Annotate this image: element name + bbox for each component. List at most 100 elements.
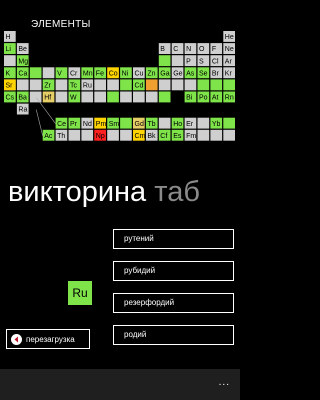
more-menu-button[interactable]: ... (219, 377, 230, 388)
element-cell[interactable] (29, 91, 42, 103)
element-cell[interactable]: As (184, 67, 197, 79)
element-cell[interactable] (184, 79, 197, 91)
element-cell[interactable]: Li (4, 43, 16, 54)
answer-option[interactable]: резерфордий (113, 293, 234, 313)
element-cell[interactable]: Ho (171, 117, 184, 129)
element-cell[interactable]: Tb (145, 117, 158, 129)
element-cell[interactable] (94, 91, 106, 103)
element-cell[interactable] (210, 79, 223, 91)
element-cell[interactable]: He (223, 31, 235, 42)
element-cell[interactable]: Ne (223, 43, 235, 54)
element-cell[interactable] (107, 79, 119, 91)
element-cell[interactable]: Zn (145, 67, 158, 79)
element-cell[interactable]: Cm (133, 129, 146, 141)
element-cell[interactable] (120, 91, 132, 103)
periodic-table[interactable]: H He Li Be B C N O F Ne Mg P S Cl Ar K Ca V Cr Mn Fe Co Ni Cu Zn… (0, 0, 240, 170)
element-cell[interactable]: Tc (68, 79, 81, 91)
element-cell[interactable]: Nd (81, 117, 94, 129)
element-cell[interactable] (29, 79, 42, 91)
element-cell[interactable] (29, 67, 42, 79)
element-cell[interactable]: Pm (94, 117, 106, 129)
element-cell[interactable] (158, 91, 171, 103)
element-cell[interactable]: Cl (210, 55, 223, 67)
element-cell[interactable]: Ce (55, 117, 68, 129)
element-cell[interactable] (145, 91, 158, 103)
element-cell[interactable]: H (4, 31, 16, 42)
element-cell[interactable] (197, 129, 210, 141)
element-cell[interactable] (81, 91, 94, 103)
element-cell[interactable]: W (68, 91, 81, 103)
answer-option[interactable]: рутений (113, 229, 234, 249)
element-cell[interactable]: Fe (94, 67, 106, 79)
element-cell[interactable]: Bk (145, 129, 158, 141)
element-cell[interactable] (68, 129, 81, 141)
element-cell[interactable]: C (171, 43, 184, 54)
element-cell[interactable]: Mg (16, 55, 29, 67)
element-cell[interactable]: Kr (223, 67, 235, 79)
element-cell[interactable]: Bi (184, 91, 197, 103)
reload-button[interactable]: перезагрузка (6, 329, 90, 349)
element-cell[interactable] (42, 67, 55, 79)
element-cell[interactable]: Th (55, 129, 68, 141)
element-cell[interactable]: Ni (120, 67, 132, 79)
element-cell[interactable]: Po (197, 91, 210, 103)
element-cell[interactable]: Ca (16, 67, 29, 79)
element-cell[interactable]: Gd (133, 117, 145, 129)
element-cell[interactable]: Yb (210, 117, 223, 129)
element-cell[interactable]: S (197, 55, 210, 67)
element-cell[interactable]: O (197, 43, 210, 54)
element-cell[interactable] (120, 117, 132, 129)
element-cell[interactable] (107, 91, 119, 103)
element-cell[interactable]: V (55, 67, 68, 79)
element-cell[interactable] (171, 79, 184, 91)
answer-option[interactable]: рубидий (113, 261, 234, 281)
element-cell[interactable]: Be (16, 43, 29, 54)
element-cell[interactable]: Pr (68, 117, 81, 129)
element-cell[interactable] (158, 117, 171, 129)
element-cell[interactable] (55, 79, 68, 91)
element-cell[interactable]: Sm (107, 117, 119, 129)
element-cell[interactable]: At (210, 91, 223, 103)
element-cell[interactable]: Ba (16, 91, 29, 103)
element-cell[interactable] (223, 129, 235, 141)
answer-option[interactable]: родий (113, 325, 234, 345)
element-cell[interactable]: Cf (158, 129, 171, 141)
element-cell[interactable]: Ge (171, 67, 184, 79)
element-cell[interactable]: Ra (16, 103, 29, 115)
element-cell[interactable]: B (158, 43, 171, 54)
element-cell[interactable]: Ga (158, 67, 171, 79)
element-cell[interactable] (197, 79, 210, 91)
element-cell[interactable]: P (184, 55, 197, 67)
element-cell[interactable] (94, 79, 106, 91)
element-cell[interactable] (210, 129, 223, 141)
element-cell[interactable]: Hf (42, 91, 55, 103)
element-cell[interactable]: Se (197, 67, 210, 79)
element-cell[interactable]: Cd (133, 79, 145, 91)
element-cell[interactable]: Es (171, 129, 184, 141)
element-cell[interactable]: Sr (4, 79, 16, 91)
element-cell[interactable]: Np (94, 129, 106, 141)
element-cell[interactable] (197, 117, 210, 129)
element-cell[interactable]: Er (184, 117, 197, 129)
element-cell[interactable] (16, 79, 29, 91)
element-cell[interactable]: Cs (4, 91, 16, 103)
element-cell[interactable]: Rn (223, 91, 235, 103)
element-cell[interactable] (4, 55, 16, 67)
element-cell[interactable]: Fm (184, 129, 197, 141)
element-cell[interactable] (223, 79, 235, 91)
element-cell[interactable]: K (4, 67, 16, 79)
element-cell[interactable]: Co (107, 67, 119, 79)
element-cell[interactable]: N (184, 43, 197, 54)
element-cell[interactable] (133, 91, 145, 103)
element-cell[interactable]: F (210, 43, 223, 54)
element-cell[interactable]: Ac (42, 129, 55, 141)
element-cell[interactable] (158, 55, 171, 67)
element-cell[interactable]: Mn (81, 67, 94, 79)
element-cell[interactable]: Cr (68, 67, 81, 79)
element-cell[interactable] (107, 129, 119, 141)
element-cell[interactable]: Cu (133, 67, 145, 79)
element-cell[interactable] (158, 79, 171, 91)
element-cell[interactable] (81, 129, 94, 141)
element-cell[interactable] (120, 79, 132, 91)
element-cell[interactable]: Br (210, 67, 223, 79)
